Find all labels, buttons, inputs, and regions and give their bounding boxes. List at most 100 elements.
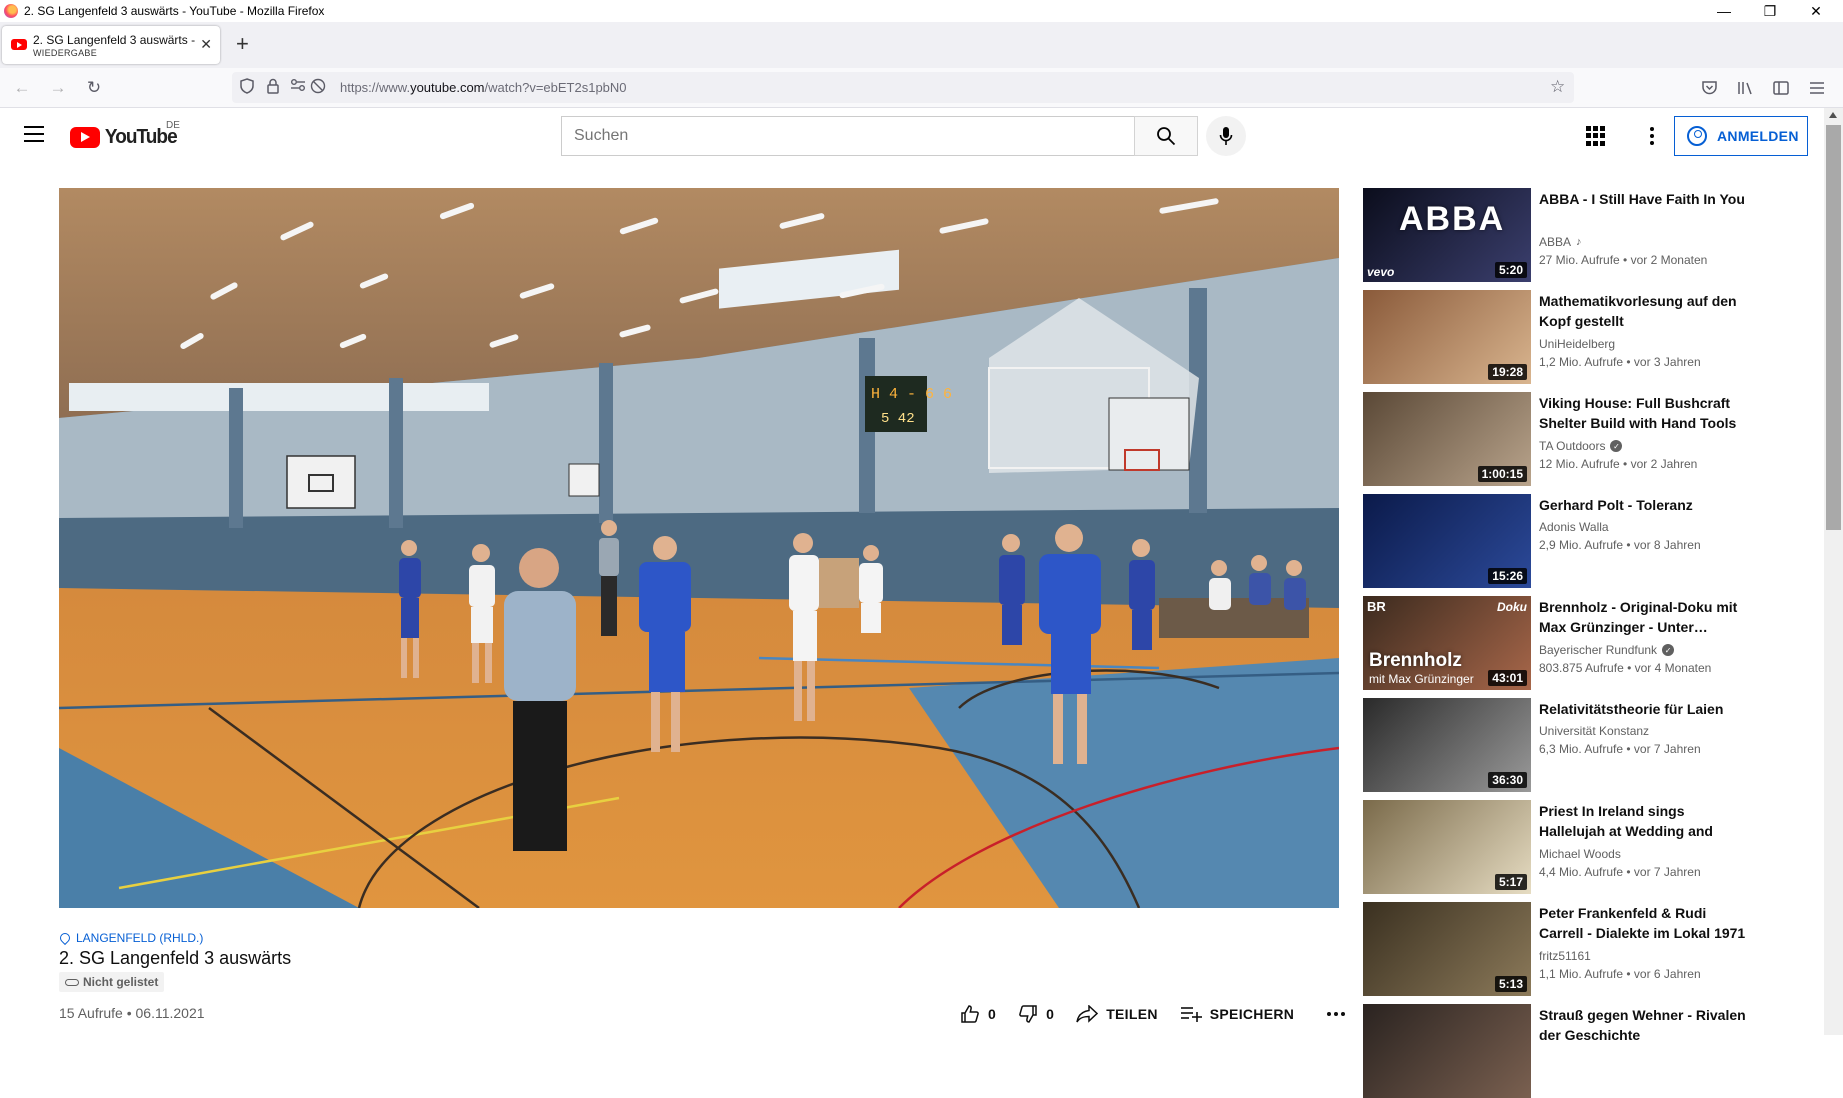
address-bar[interactable]: https://www.youtube.com/watch?v=ebET2s1p… — [232, 72, 1574, 103]
related-video-thumbnail[interactable] — [1363, 1004, 1531, 1098]
related-video-channel[interactable]: Bayerischer Rundfunk ✓ — [1539, 643, 1675, 657]
video-player[interactable]: H 4 - 6 6 5 42 — [59, 188, 1339, 908]
thumbs-down-icon — [1019, 1005, 1037, 1023]
related-video-channel[interactable]: fritz51161 — [1539, 949, 1591, 963]
lock-icon[interactable] — [267, 78, 279, 97]
video-duration: 5:17 — [1494, 874, 1527, 890]
permissions-icon[interactable] — [290, 78, 306, 95]
video-duration: 1:00:15 — [1477, 466, 1527, 482]
related-video-thumbnail[interactable]: Brennholz mit Max Grünzinger BR Doku 43:01 — [1363, 596, 1531, 690]
related-video-title[interactable]: Relativitätstheorie für Laien — [1539, 699, 1749, 719]
youtube-play-logo-icon — [70, 126, 100, 148]
related-video-item[interactable]: 5:17 Priest In Ireland sings Hallelujah a… — [1363, 800, 1803, 894]
more-actions-button[interactable] — [1326, 1011, 1346, 1017]
music-note-icon: ♪ — [1576, 236, 1582, 248]
bookmark-star-icon[interactable]: ☆ — [1550, 77, 1565, 97]
unlisted-label: Nicht gelistet — [83, 975, 159, 989]
tab-title: 2. SG Langenfeld 3 auswärts - YouTube — [33, 33, 198, 47]
related-video-thumbnail[interactable]: 5:17 — [1363, 800, 1531, 894]
dislike-button[interactable]: 0 — [1018, 1004, 1054, 1024]
youtube-logo[interactable]: YouTube DE — [70, 120, 180, 148]
broadcaster-logo: BR — [1367, 599, 1386, 614]
related-video-title[interactable]: Priest In Ireland sings Hallelujah at We… — [1539, 801, 1749, 841]
save-button[interactable]: SPEICHERN — [1180, 1006, 1294, 1022]
related-video-item[interactable]: 15:26 Gerhard Polt - Toleranz Adonis Walla… — [1363, 494, 1803, 588]
video-duration: 5:13 — [1494, 976, 1527, 992]
thumbnail-text: ABBA — [1399, 200, 1506, 238]
related-video-item[interactable]: 5:13 Peter Frankenfeld & Rudi Carrell - D… — [1363, 902, 1803, 996]
verified-check-icon: ✓ — [1610, 440, 1623, 452]
navigation-toolbar: ← → ↻ https://www.youtube.com/watch?v=eb… — [0, 68, 1843, 108]
signin-button[interactable]: ANMELDEN — [1674, 116, 1808, 156]
reload-icon[interactable]: ↻ — [82, 76, 106, 100]
related-video-title[interactable]: Gerhard Polt - Toleranz — [1539, 495, 1749, 515]
search-box — [561, 116, 1134, 156]
related-video-title[interactable]: Viking House: Full Bushcraft Shelter Bui… — [1539, 393, 1749, 433]
related-video-item[interactable]: ABBA vevo 5:20 ABBA - I Still Have Faith In… — [1363, 188, 1803, 282]
scrollbar-thumb[interactable] — [1826, 125, 1841, 530]
sidebar-toggle-icon[interactable] — [1769, 76, 1793, 100]
related-video-thumbnail[interactable]: ABBA vevo 5:20 — [1363, 188, 1531, 282]
related-video-channel[interactable]: Michael Woods — [1539, 847, 1621, 861]
related-video-item[interactable]: Brennholz mit Max Grünzinger BR Doku 43:01 Br… — [1363, 596, 1803, 690]
related-video-thumbnail[interactable]: 19:28 — [1363, 290, 1531, 384]
related-video-thumbnail[interactable]: 5:13 — [1363, 902, 1531, 996]
related-video-thumbnail[interactable]: 36:30 — [1363, 698, 1531, 792]
related-video-channel[interactable]: Universität Konstanz — [1539, 724, 1649, 738]
location-link[interactable]: LANGENFELD (RHLD.) — [57, 930, 203, 946]
page-scrollbar[interactable] — [1824, 108, 1843, 1035]
like-button[interactable]: 0 — [960, 1004, 996, 1024]
window-titlebar: 2. SG Langenfeld 3 auswärts - YouTube - … — [0, 0, 1843, 22]
scoreboard-time: 5 42 — [881, 411, 915, 427]
related-video-item[interactable]: 36:30 Relativitätstheorie für Laien Univer… — [1363, 698, 1803, 792]
apps-grid-icon[interactable] — [1584, 124, 1608, 148]
library-icon[interactable] — [1733, 76, 1757, 100]
tab-youtube[interactable]: 2. SG Langenfeld 3 auswärts - YouTube WI… — [2, 26, 220, 64]
forward-arrow-icon[interactable]: → — [46, 76, 70, 100]
account-circle-icon — [1687, 126, 1707, 146]
channel-name: Michael Woods — [1539, 847, 1621, 861]
guide-menu-icon[interactable] — [24, 126, 44, 142]
autoplay-blocked-icon[interactable] — [310, 78, 326, 97]
restore-button[interactable]: ❐ — [1747, 0, 1793, 22]
related-video-title[interactable]: Mathematikvorlesung auf den Kopf gestell… — [1539, 291, 1749, 331]
firefox-logo-icon — [4, 4, 18, 18]
related-video-channel[interactable]: ABBA ♪ — [1539, 235, 1582, 249]
channel-name: fritz51161 — [1539, 949, 1591, 963]
minimize-button[interactable]: — — [1701, 0, 1747, 22]
related-video-item[interactable]: 19:28 Mathematikvorlesung auf den Kopf ge… — [1363, 290, 1803, 384]
search-button[interactable] — [1134, 116, 1198, 156]
share-button[interactable]: TEILEN — [1076, 1005, 1158, 1023]
related-video-title[interactable]: Strauß gegen Wehner - Rivalen der Geschi… — [1539, 1005, 1749, 1045]
related-video-item[interactable]: Strauß gegen Wehner - Rivalen der Geschi… — [1363, 1004, 1803, 1098]
related-video-title[interactable]: ABBA - I Still Have Faith In You — [1539, 189, 1749, 209]
settings-more-icon[interactable] — [1640, 124, 1664, 148]
search-input[interactable] — [562, 117, 1134, 155]
thumbnail-text: Brennholz — [1369, 650, 1462, 671]
shield-icon[interactable] — [240, 78, 254, 97]
close-window-button[interactable]: ✕ — [1793, 0, 1839, 22]
dislike-count: 0 — [1046, 1006, 1055, 1022]
channel-name: Bayerischer Rundfunk — [1539, 643, 1658, 657]
app-menu-icon[interactable] — [1805, 76, 1829, 100]
save-label: SPEICHERN — [1209, 1006, 1295, 1022]
back-arrow-icon[interactable]: ← — [10, 76, 34, 100]
related-video-meta: 1,2 Mio. Aufrufe • vor 3 Jahren — [1539, 355, 1701, 369]
scroll-up-arrow-icon[interactable] — [1829, 112, 1837, 118]
related-video-item[interactable]: 1:00:15 Viking House: Full Bushcraft Shel… — [1363, 392, 1803, 486]
related-video-title[interactable]: Brennholz - Original-Doku mit Max Grünzi… — [1539, 597, 1749, 637]
pocket-icon[interactable] — [1697, 76, 1721, 100]
close-tab-icon[interactable]: ✕ — [200, 36, 212, 53]
url-text[interactable]: https://www.youtube.com/watch?v=ebET2s1p… — [340, 80, 627, 95]
voice-search-button[interactable] — [1206, 116, 1246, 156]
related-video-channel[interactable]: TA Outdoors ✓ — [1539, 439, 1623, 453]
related-video-channel[interactable]: UniHeidelberg — [1539, 337, 1615, 351]
related-video-channel[interactable]: Adonis Walla — [1539, 520, 1609, 534]
new-tab-button[interactable]: + — [236, 31, 249, 57]
location-pin-icon — [57, 930, 73, 946]
related-video-title[interactable]: Peter Frankenfeld & Rudi Carrell - Diale… — [1539, 903, 1749, 943]
tab-bar: 2. SG Langenfeld 3 auswärts - YouTube WI… — [0, 22, 1843, 68]
related-video-thumbnail[interactable]: 15:26 — [1363, 494, 1531, 588]
related-video-thumbnail[interactable]: 1:00:15 — [1363, 392, 1531, 486]
tab-playing-status: WIEDERGABE — [33, 48, 98, 58]
